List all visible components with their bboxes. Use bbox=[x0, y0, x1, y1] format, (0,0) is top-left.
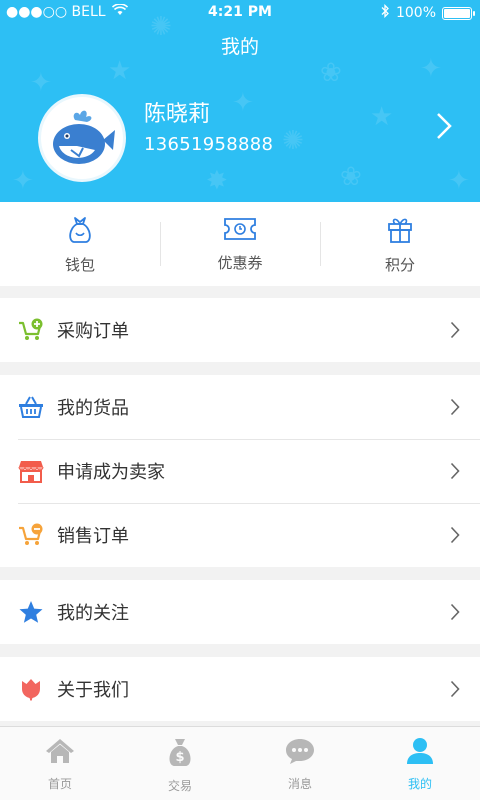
menu-group-follows: 我的关注 bbox=[0, 580, 480, 644]
chevron-right-icon bbox=[450, 462, 460, 484]
menu-item-my-goods[interactable]: 我的货品 bbox=[0, 375, 480, 439]
wallet-icon bbox=[66, 214, 94, 248]
tab-messages[interactable]: 消息 bbox=[240, 727, 360, 800]
user-phone: 13651958888 bbox=[144, 134, 274, 155]
chevron-right-icon bbox=[450, 321, 460, 343]
bluetooth-icon bbox=[381, 3, 390, 22]
menu-item-label: 申请成为卖家 bbox=[57, 462, 165, 483]
tab-home[interactable]: 首页 bbox=[0, 727, 120, 800]
menu-item-label: 采购订单 bbox=[57, 321, 129, 342]
cart-plus-icon bbox=[18, 318, 44, 342]
chevron-right-icon bbox=[450, 526, 460, 548]
menu-group-goods: 我的货品 申请成为卖家 销售订单 bbox=[0, 375, 480, 567]
avatar[interactable] bbox=[38, 94, 126, 182]
menu-item-purchase-orders[interactable]: 采购订单 bbox=[0, 298, 480, 362]
fish-decoration-icon: ✦ bbox=[420, 54, 442, 84]
home-icon bbox=[45, 737, 75, 769]
shrimp-decoration-icon: ❀ bbox=[320, 58, 342, 88]
store-icon bbox=[18, 459, 44, 483]
menu-group-purchase: 采购订单 bbox=[0, 298, 480, 362]
star-decoration-icon: ★ bbox=[108, 56, 132, 86]
money-bag-icon: $ bbox=[166, 737, 194, 771]
menu-item-about-us[interactable]: 关于我们 bbox=[0, 657, 480, 721]
basket-icon bbox=[18, 395, 44, 419]
tab-label: 我的 bbox=[407, 777, 432, 791]
profile-card[interactable]: 陈晓莉 13651958888 bbox=[0, 88, 480, 184]
wallet-label: 钱包 bbox=[64, 255, 95, 274]
quick-actions: 钱包 优惠券 积分 bbox=[0, 202, 480, 286]
chevron-right-icon bbox=[436, 112, 452, 144]
points-button[interactable]: 积分 bbox=[320, 202, 480, 286]
tab-label: 首页 bbox=[47, 777, 72, 791]
points-label: 积分 bbox=[384, 255, 415, 274]
gift-icon bbox=[386, 214, 414, 248]
menu-item-label: 销售订单 bbox=[57, 526, 129, 547]
tab-label: 交易 bbox=[167, 779, 192, 793]
menu-group-about: 关于我们 bbox=[0, 657, 480, 721]
menu-item-become-seller[interactable]: 申请成为卖家 bbox=[0, 439, 480, 503]
battery-percent: 100% bbox=[395, 5, 436, 21]
coupon-button[interactable]: 优惠券 bbox=[160, 202, 320, 286]
tab-trade[interactable]: $ 交易 bbox=[120, 727, 240, 800]
person-icon bbox=[405, 737, 435, 769]
cart-minus-icon bbox=[18, 523, 44, 547]
wallet-button[interactable]: 钱包 bbox=[0, 202, 160, 286]
profile-header: ✦ ★ ✺ ✦ ❀ ★ ✦ ✺ ✸ ❀ ✦ ✦ ●●●○○ BELL 4:21 … bbox=[0, 0, 480, 202]
star-icon bbox=[18, 600, 44, 624]
tulip-icon bbox=[18, 677, 44, 701]
user-name: 陈晓莉 bbox=[144, 102, 211, 127]
coupon-icon bbox=[223, 216, 257, 246]
bottom-tab-bar: 首页 $ 交易 消息 我的 bbox=[0, 726, 480, 800]
battery-icon bbox=[442, 6, 475, 20]
chevron-right-icon bbox=[450, 398, 460, 420]
whale-avatar-icon bbox=[53, 110, 115, 164]
tab-mine[interactable]: 我的 bbox=[360, 727, 480, 800]
menu-item-my-follows[interactable]: 我的关注 bbox=[0, 580, 480, 644]
menu-item-label: 关于我们 bbox=[57, 680, 129, 701]
chevron-right-icon bbox=[450, 680, 460, 702]
chat-icon bbox=[285, 737, 315, 769]
menu-item-label: 我的货品 bbox=[57, 398, 129, 419]
menu-item-label: 我的关注 bbox=[57, 603, 129, 624]
page-title: 我的 bbox=[220, 36, 259, 58]
tab-label: 消息 bbox=[287, 777, 312, 791]
svg-text:$: $ bbox=[175, 750, 184, 765]
coupon-label: 优惠券 bbox=[217, 253, 263, 272]
status-bar: ●●●○○ BELL 4:21 PM 100% bbox=[0, 0, 480, 26]
chevron-right-icon bbox=[450, 603, 460, 625]
menu-item-sales-orders[interactable]: 销售订单 bbox=[0, 503, 480, 567]
